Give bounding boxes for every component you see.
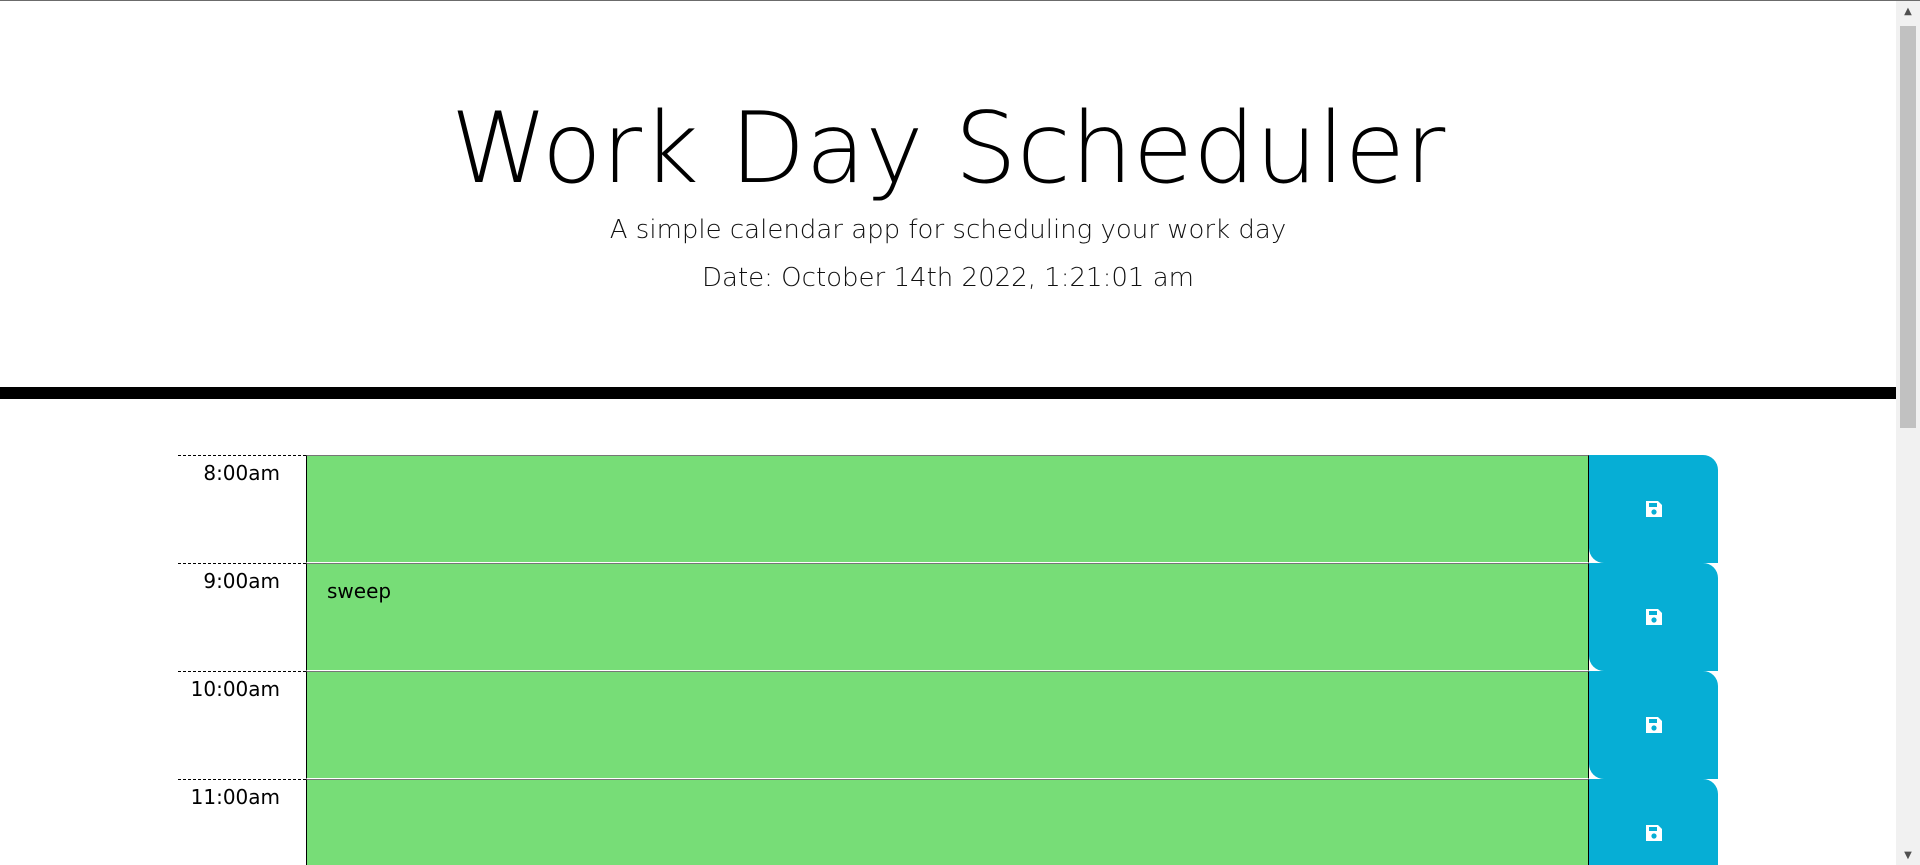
hour-label: 8:00am (178, 455, 306, 563)
save-button[interactable] (1589, 779, 1718, 865)
save-icon (1645, 825, 1662, 841)
save-icon (1645, 501, 1662, 517)
schedule: 8:00am 9:00am sweep 10:00am 11:00am (178, 455, 1718, 865)
scroll-down-arrow-icon[interactable]: ▼ (1896, 845, 1920, 865)
task-input[interactable]: sweep (306, 563, 1589, 671)
time-block-11am: 11:00am (178, 779, 1718, 865)
save-icon (1645, 717, 1662, 733)
task-input[interactable] (306, 455, 1589, 563)
page-title: Work Day Scheduler (450, 92, 1446, 206)
task-input[interactable] (306, 779, 1589, 865)
hour-label: 10:00am (178, 671, 306, 779)
scrollbar-thumb[interactable] (1900, 26, 1916, 428)
vertical-scrollbar[interactable]: ▲ ▼ (1896, 1, 1920, 865)
time-block-10am: 10:00am (178, 671, 1718, 779)
page: Work Day Scheduler A simple calendar app… (0, 1, 1896, 865)
hour-label: 9:00am (178, 563, 306, 671)
hour-label: 11:00am (178, 779, 306, 865)
save-button[interactable] (1589, 455, 1718, 563)
save-button[interactable] (1589, 563, 1718, 671)
time-block-8am: 8:00am (178, 455, 1718, 563)
current-date: Date: October 14th 2022, 1:21:01 am (702, 263, 1194, 293)
save-button[interactable] (1589, 671, 1718, 779)
header: Work Day Scheduler A simple calendar app… (0, 1, 1896, 399)
save-icon (1645, 609, 1662, 625)
scroll-up-arrow-icon[interactable]: ▲ (1896, 1, 1920, 21)
time-block-9am: 9:00am sweep (178, 563, 1718, 671)
page-subtitle: A simple calendar app for scheduling you… (609, 215, 1287, 245)
task-input[interactable] (306, 671, 1589, 779)
